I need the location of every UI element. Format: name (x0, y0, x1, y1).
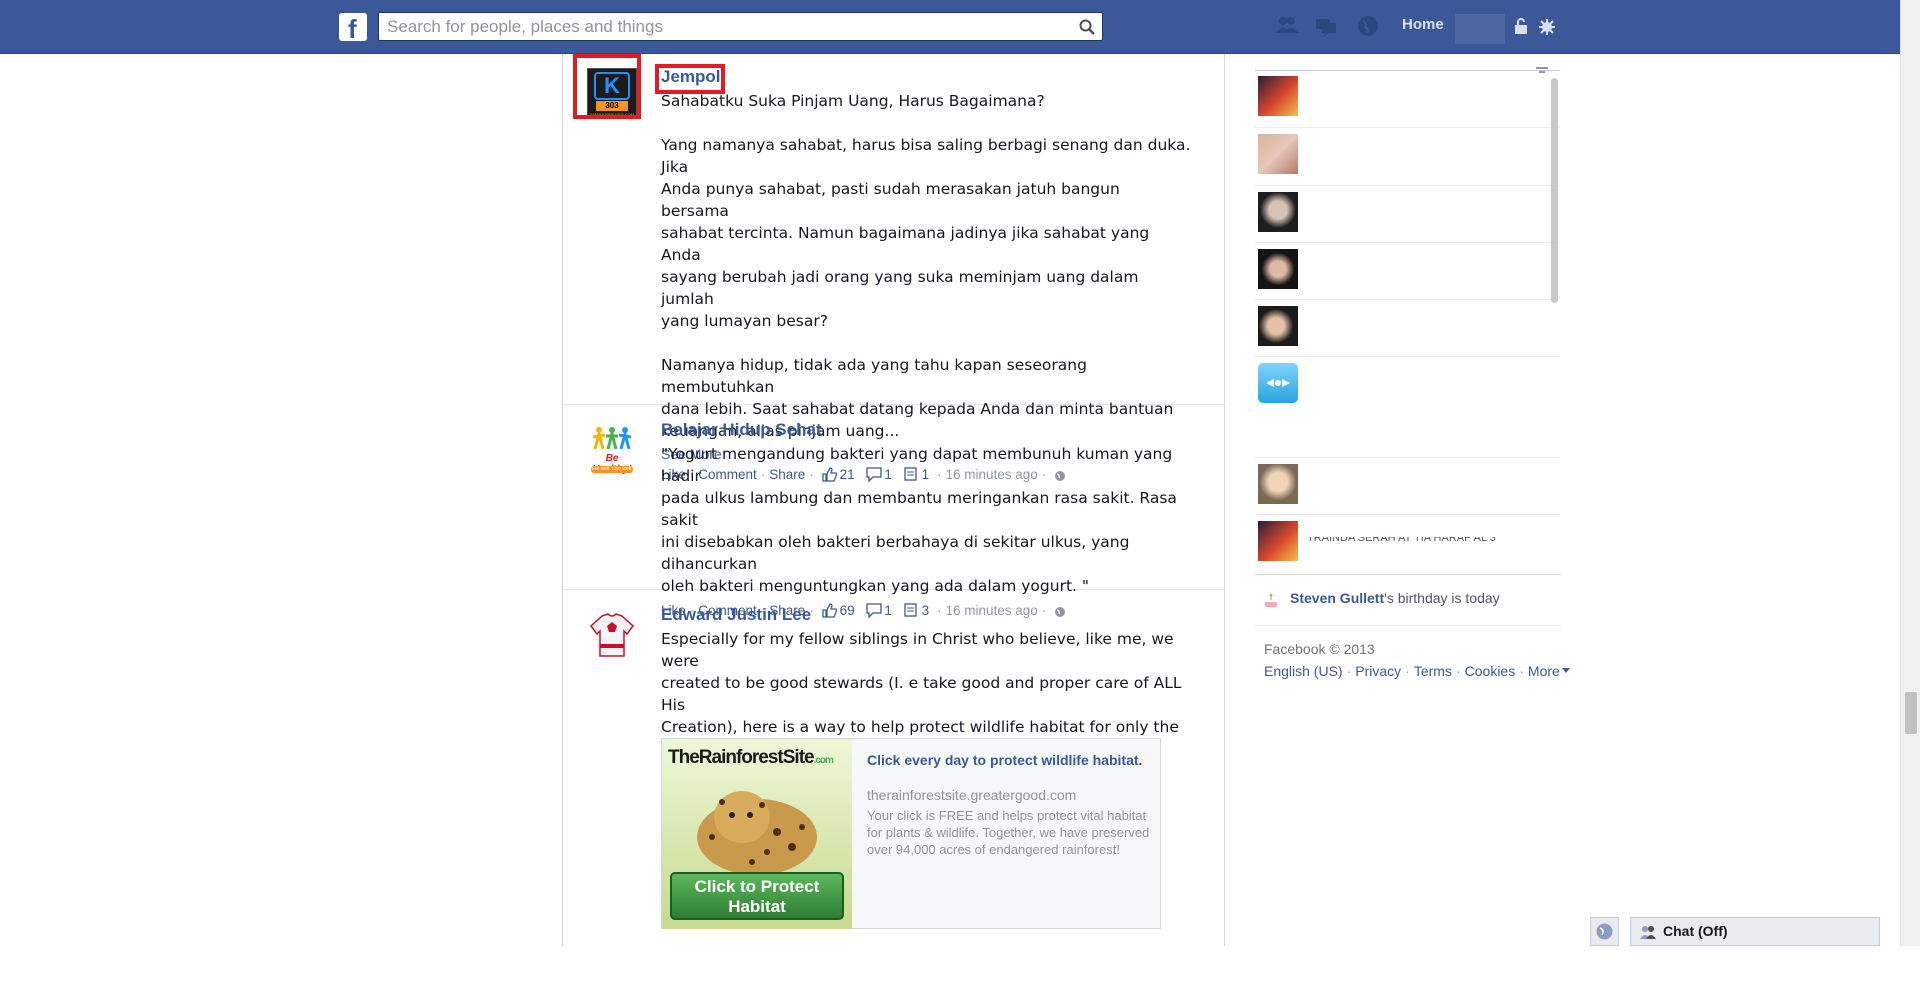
feed-story: K 303 WWW.KARINA303.COM Jempol Sahabatku… (563, 54, 1225, 482)
birthday-cake-icon (1265, 593, 1277, 607)
link-description: Your click is FREE and helps protect vit… (867, 808, 1150, 857)
jaguar-image-icon (697, 791, 817, 873)
story-actor-name[interactable]: Belajar Hidup Sehat (661, 419, 1191, 441)
home-link[interactable]: Home (1402, 16, 1444, 33)
friend-requests-icon[interactable] (1274, 13, 1300, 39)
ticker-scrollbar[interactable] (1551, 78, 1558, 303)
messages-icon[interactable] (1313, 13, 1339, 39)
ticker-avatar[interactable] (1258, 464, 1298, 504)
ticker-item[interactable]: TRAINDA SERAH AT TIA HARAP AL 3 (1255, 515, 1560, 574)
ticker-item[interactable] (1255, 300, 1560, 357)
footer-link-language[interactable]: English (US) (1264, 663, 1343, 679)
story-message: "Yogurt mengandung bakteri yang dapat me… (661, 445, 1177, 595)
footer-links: English (US) · Privacy · Terms · Cookies · More (1264, 663, 1570, 679)
ticker-item[interactable] (1255, 186, 1560, 243)
link-preview-image[interactable]: TheRainforestSite.com Click to Protect H… (662, 739, 852, 929)
chat-globe-button[interactable] (1590, 917, 1619, 946)
globe-icon (1596, 923, 1613, 940)
footer-link-more[interactable]: More (1528, 663, 1560, 679)
settings-gear-icon[interactable] (1538, 13, 1556, 39)
search-icon[interactable] (1078, 18, 1096, 36)
chat-people-icon (1640, 926, 1656, 939)
search-input[interactable] (387, 13, 1067, 40)
facebook-logo-icon[interactable]: f (339, 13, 367, 44)
healthy-people-logo-icon (592, 427, 632, 450)
ticker-avatar[interactable] (1258, 363, 1298, 403)
birthday-reminder: Steven Gullett's birthday is today (1290, 590, 1500, 606)
feed-story: Be Healthy! Eat well. Live well. Belajar… (563, 405, 1225, 618)
highlight-box-avatar (573, 54, 641, 119)
ticker-avatar[interactable] (1258, 521, 1298, 561)
cut-off-actions (661, 942, 961, 946)
page-scrollbar-thumb[interactable] (1905, 692, 1917, 734)
ticker-text-cutoff: TRAINDA SERAH AT TIA HARAP AL 3 (1307, 537, 1496, 544)
highlight-box-name (655, 64, 725, 94)
story-actor-name[interactable]: Edward Justin Lee (661, 604, 1191, 626)
search-box (378, 12, 1103, 41)
news-feed: K 303 WWW.KARINA303.COM Jempol Sahabatku… (562, 54, 1225, 946)
ticker-item[interactable] (1255, 70, 1560, 128)
ticker-feed: TRAINDA SERAH AT TIA HARAP AL 3 (1255, 70, 1561, 575)
footer-link-terms[interactable]: Terms (1414, 663, 1452, 679)
chat-label: Chat (Off) (1663, 923, 1728, 939)
chat-sidebar-toggle[interactable]: Chat (Off) (1630, 917, 1880, 946)
copyright: Facebook © 2013 (1264, 641, 1375, 657)
footer-link-cookies[interactable]: Cookies (1465, 663, 1516, 679)
ticker-item[interactable] (1255, 458, 1560, 515)
top-bar: f Home (0, 0, 1900, 54)
ticker-item[interactable] (1255, 357, 1560, 458)
ticker-item[interactable] (1255, 243, 1560, 300)
page-scrollbar[interactable] (1900, 0, 1920, 946)
ticker-avatar[interactable] (1258, 306, 1298, 346)
protect-habitat-button[interactable]: Click to Protect Habitat (670, 872, 844, 920)
user-avatar[interactable] (587, 610, 637, 660)
profile-link[interactable] (1455, 14, 1505, 44)
page-avatar[interactable]: Be Healthy! Eat well. Live well. (587, 425, 637, 475)
birthday-person-link[interactable]: Steven Gullett (1290, 590, 1384, 606)
ticker-avatar[interactable] (1258, 249, 1298, 289)
story-message: Sahabatku Suka Pinjam Uang, Harus Bagaim… (661, 92, 1191, 440)
ticker-avatar[interactable] (1258, 192, 1298, 232)
rainforest-brand: TheRainforestSite.com (668, 747, 834, 768)
story-actor-name[interactable]: Jempol (661, 66, 1191, 88)
divider (1255, 625, 1561, 626)
ticker-avatar[interactable] (1258, 76, 1298, 116)
hockey-jersey-icon (587, 610, 637, 660)
chevron-down-icon (1561, 668, 1570, 673)
ticker-item[interactable] (1255, 128, 1560, 186)
notifications-globe-icon[interactable] (1355, 13, 1381, 39)
shared-link-card[interactable]: TheRainforestSite.com Click to Protect H… (661, 738, 1161, 929)
footer-link-privacy[interactable]: Privacy (1355, 663, 1401, 679)
privacy-lock-icon[interactable] (1512, 13, 1530, 39)
ticker-avatar[interactable] (1258, 134, 1298, 174)
link-title[interactable]: Click every day to protect wildlife habi… (867, 752, 1147, 769)
link-domain: therainforestsite.greatergood.com (867, 787, 1077, 803)
